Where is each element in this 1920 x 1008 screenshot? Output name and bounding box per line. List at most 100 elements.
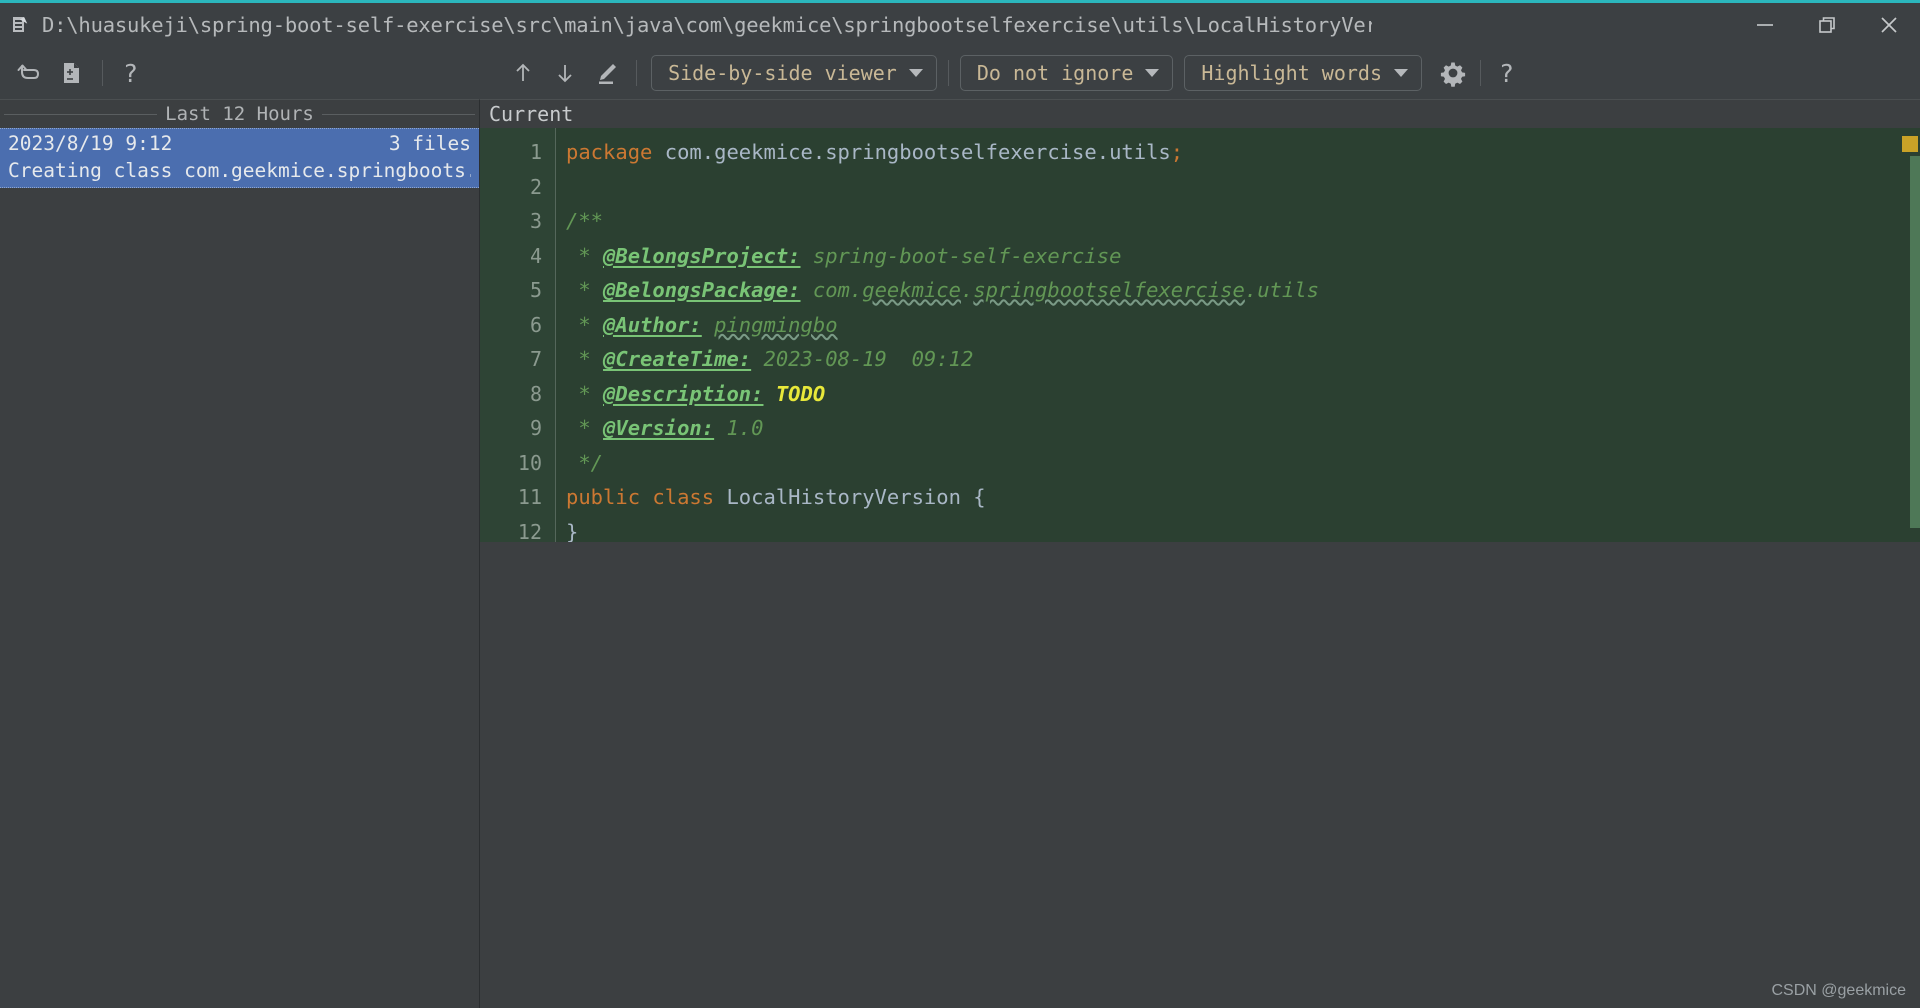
- history-group-label: Last 12 Hours: [165, 103, 314, 125]
- whitespace-mode-dropdown[interactable]: Do not ignore: [959, 55, 1174, 91]
- chevron-down-icon: [908, 69, 923, 77]
- code-token: @Author:: [603, 312, 702, 337]
- line-number: 4: [529, 243, 542, 268]
- help-left-button[interactable]: ?: [123, 61, 138, 86]
- line-number: 5: [529, 278, 542, 302]
- history-file-count: 3 files: [388, 132, 471, 155]
- code-token: *: [566, 243, 604, 268]
- code-token: package: [566, 140, 665, 164]
- code-token: *: [566, 416, 604, 440]
- local-history-list: Last 12 Hours 2023/8/19 9:12 3 files Cre…: [0, 99, 480, 1008]
- line-number: 7: [529, 347, 542, 371]
- title-bar: D:\huasukeji\spring-boot-self-exercise\s…: [0, 0, 1920, 47]
- chevron-down-icon: [1394, 69, 1409, 77]
- code-line: public class LocalHistoryVersion {: [566, 480, 1920, 515]
- code-line: */: [566, 446, 1920, 481]
- code-line: /**: [566, 204, 1920, 239]
- help-button[interactable]: ?: [1499, 61, 1514, 86]
- watermark: CSDN @geekmice: [1771, 982, 1907, 999]
- code-line: }: [566, 515, 1920, 543]
- code-token: .: [960, 278, 974, 302]
- line-number: 1: [529, 140, 542, 164]
- line-number: 9: [529, 416, 542, 440]
- diff-pane: Current 1 2 3 4 5 6 7 8 9 10 11 12 package com.geek…: [480, 99, 1920, 1008]
- code-token: springbootselfexercise: [973, 278, 1245, 302]
- line-number-gutter: 1 2 3 4 5 6 7 8 9 10 11 12: [480, 128, 556, 544]
- window-controls: [1734, 3, 1920, 47]
- line-number: 6: [529, 312, 542, 337]
- code-token: 2023-08-19 09:12: [751, 347, 974, 371]
- code-line: * @Author: pingmingbo: [566, 308, 1920, 343]
- code-token: *: [566, 278, 604, 302]
- code-token: com.: [800, 278, 863, 302]
- code-token: *: [566, 347, 604, 371]
- line-number: 3: [529, 209, 542, 233]
- line-number: 8: [529, 381, 542, 406]
- viewer-mode-dropdown[interactable]: Side-by-side viewer: [651, 55, 937, 91]
- code-token: LocalHistoryVersion: [726, 485, 961, 509]
- toolbar-separator-3: [947, 60, 949, 86]
- code-token: *: [566, 381, 604, 406]
- line-number: 2: [529, 174, 542, 199]
- file-with-cursor-icon: [12, 15, 32, 35]
- window-title: D:\huasukeji\spring-boot-self-exercise\s…: [42, 13, 1372, 37]
- code-token: 1.0: [714, 416, 764, 440]
- todo-marker[interactable]: [1902, 136, 1918, 152]
- history-description: Creating class com.geekmice.springboots.…: [8, 159, 471, 182]
- code-token: @CreateTime:: [603, 347, 752, 371]
- code-content[interactable]: package com.geekmice.springbootselfexerc…: [556, 128, 1920, 542]
- code-token: {: [960, 485, 986, 509]
- line-number: 10: [517, 450, 542, 475]
- diff-editor[interactable]: 1 2 3 4 5 6 7 8 9 10 11 12 package com.geekmice.spr…: [480, 128, 1920, 1008]
- code-token: @BelongsPackage:: [603, 278, 801, 302]
- minimize-icon[interactable]: [1734, 3, 1796, 47]
- code-token: public class: [566, 485, 727, 509]
- restore-icon[interactable]: [1796, 3, 1858, 47]
- highlight-mode-label: Highlight words: [1201, 61, 1383, 85]
- whitespace-mode-label: Do not ignore: [976, 61, 1134, 85]
- code-token: com.geekmice.springbootselfexercise.util…: [664, 140, 1171, 164]
- code-line: * @Version: 1.0: [566, 411, 1920, 446]
- code-token: TODO: [775, 381, 826, 406]
- history-timestamp: 2023/8/19 9:12: [8, 132, 173, 155]
- create-patch-icon[interactable]: [54, 56, 88, 90]
- scrollbar-thumb[interactable]: [1910, 156, 1920, 528]
- revert-icon[interactable]: [12, 56, 46, 90]
- pencil-icon[interactable]: [590, 56, 624, 90]
- code-token: pingmingbo: [714, 312, 838, 337]
- editor-empty-area: [480, 542, 1920, 1008]
- code-line: * @CreateTime: 2023-08-19 09:12: [566, 342, 1920, 377]
- main-body: Last 12 Hours 2023/8/19 9:12 3 files Cre…: [0, 99, 1920, 1008]
- chevron-down-icon: [1145, 69, 1160, 77]
- diff-marker-strip[interactable]: [1900, 128, 1920, 542]
- code-token: geekmice: [862, 278, 961, 302]
- arrow-down-icon[interactable]: [548, 56, 582, 90]
- code-line: * @BelongsPackage: com.geekmice.springbo…: [566, 273, 1920, 308]
- code-token: ;: [1170, 140, 1184, 164]
- list-item[interactable]: 2023/8/19 9:12 3 files Creating class co…: [0, 128, 479, 188]
- close-icon[interactable]: [1858, 3, 1920, 47]
- code-token: /**: [566, 209, 604, 233]
- highlight-mode-dropdown[interactable]: Highlight words: [1184, 55, 1423, 91]
- toolbar-separator-2: [636, 60, 638, 86]
- gear-icon[interactable]: [1436, 56, 1470, 90]
- code-token: @Description:: [603, 381, 764, 406]
- code-token: spring-boot-self-exercise: [800, 243, 1122, 268]
- code-line: * @Description: TODO: [566, 377, 1920, 412]
- code-token: }: [566, 519, 579, 543]
- viewer-mode-label: Side-by-side viewer: [668, 61, 897, 85]
- arrow-up-icon[interactable]: [506, 56, 540, 90]
- code-token: @Version:: [603, 416, 715, 440]
- diff-pane-title: Current: [480, 99, 1920, 128]
- diff-toolbar: ? Side-by-side viewer Do not ignore High…: [0, 47, 1920, 99]
- code-token: */: [566, 450, 604, 475]
- toolbar-separator-4: [1480, 60, 1482, 86]
- code-token: @BelongsProject:: [603, 243, 801, 268]
- code-token: *: [566, 312, 604, 337]
- code-line: * @BelongsProject: spring-boot-self-exer…: [566, 239, 1920, 274]
- code-line: package com.geekmice.springbootselfexerc…: [566, 135, 1920, 170]
- local-history-diff-window: D:\huasukeji\spring-boot-self-exercise\s…: [0, 0, 1920, 1008]
